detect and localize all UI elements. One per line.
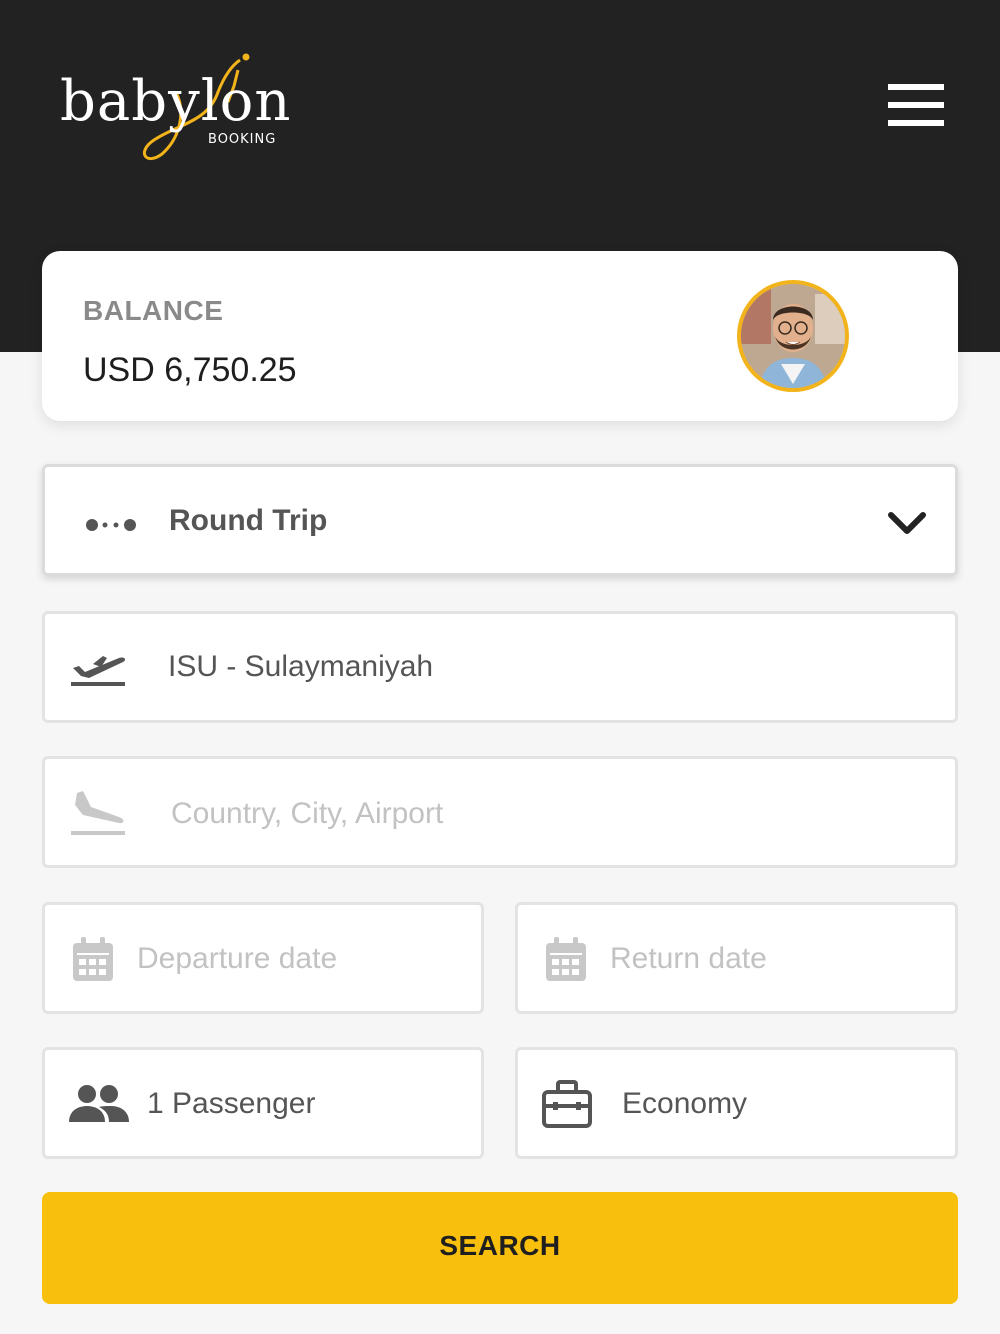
search-button-label: SEARCH: [439, 1230, 561, 1261]
departure-date-placeholder: Departure date: [137, 942, 338, 975]
departure-date-field[interactable]: Departure date: [42, 902, 484, 1014]
passengers-field[interactable]: 1 Passenger: [42, 1047, 484, 1159]
people-icon: [69, 1085, 129, 1122]
cabin-class-field[interactable]: Economy: [515, 1047, 958, 1159]
balance-amount: USD 6,750.25: [83, 351, 297, 389]
origin-field[interactable]: ISU - Sulaymaniyah: [42, 611, 958, 723]
cabin-class-value: Economy: [622, 1087, 748, 1120]
passengers-value: 1 Passenger: [147, 1087, 316, 1120]
landing-icon: [71, 791, 125, 835]
babylon-booking-logo[interactable]: babylon BOOKING: [58, 52, 292, 162]
destination-field[interactable]: Country, City, Airport: [42, 756, 958, 868]
calendar-icon: [546, 937, 586, 981]
round-trip-icon: [86, 519, 136, 531]
chevron-down-icon: [888, 512, 926, 534]
briefcase-icon: [542, 1080, 592, 1128]
return-date-field[interactable]: Return date: [515, 902, 958, 1014]
balance-label: BALANCE: [83, 295, 224, 326]
hamburger-menu-icon[interactable]: [886, 82, 946, 128]
destination-placeholder: Country, City, Airport: [171, 797, 444, 830]
logo-wordmark: babylon: [60, 69, 292, 134]
logo-subtitle: BOOKING: [208, 132, 277, 147]
origin-value: ISU - Sulaymaniyah: [168, 650, 434, 683]
user-avatar[interactable]: [737, 280, 849, 392]
trip-type-select[interactable]: Round Trip: [42, 464, 958, 576]
balance-card: BALANCE USD 6,750.25: [42, 251, 958, 421]
search-button[interactable]: SEARCH: [42, 1192, 958, 1304]
trip-type-value: Round Trip: [169, 504, 328, 537]
avatar-image: [741, 284, 845, 388]
takeoff-icon: [71, 656, 126, 686]
return-date-placeholder: Return date: [610, 942, 767, 975]
calendar-icon: [73, 937, 113, 981]
